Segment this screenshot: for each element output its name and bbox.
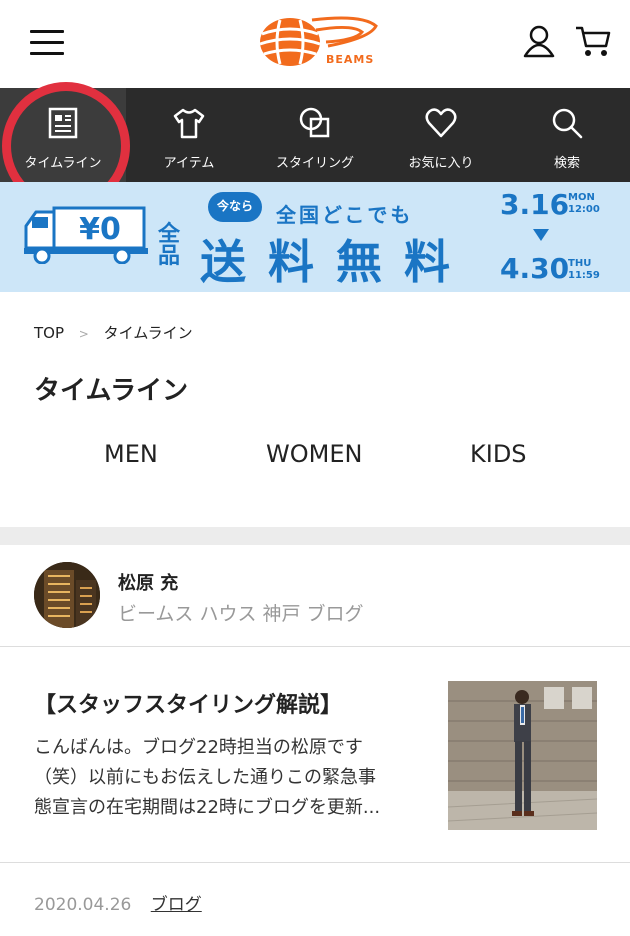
breadcrumb-home-link[interactable]: TOP <box>34 324 64 342</box>
nav-item-styling[interactable]: スタイリング <box>252 88 378 182</box>
nav-item-items[interactable]: アイテム <box>126 88 252 182</box>
start-time: 12:00 <box>568 204 600 215</box>
logo-wordmark: BEAMS <box>326 53 375 66</box>
excerpt-line: 態宣言の在宅期間は22時にブログを更新... <box>34 797 381 818</box>
newspaper-icon <box>48 107 78 139</box>
nav-label: スタイリング <box>275 156 354 171</box>
main-nav: タイムライン アイテム スタイリング お気に入り 検索 <box>0 88 630 182</box>
user-icon[interactable] <box>522 24 556 58</box>
nav-item-timeline[interactable]: タイムライン <box>0 88 126 182</box>
post-category-link[interactable]: ブログ <box>151 895 202 915</box>
breadcrumb-separator-icon: > <box>78 327 89 341</box>
zen-label: 全品 <box>158 222 181 269</box>
end-time: 11:59 <box>568 270 600 281</box>
arrow-down-icon <box>533 229 549 241</box>
tab-kids[interactable]: KIDS <box>470 440 527 468</box>
banner-headline: 送料無料 <box>200 235 472 289</box>
start-date: 3.16 <box>500 188 570 221</box>
post-excerpt: こんばんは。ブログ22時担当の松原です （笑）以前にもお伝えした通りこの緊急事 … <box>34 733 424 823</box>
tab-women[interactable]: WOMEN <box>266 440 362 468</box>
page-title: タイムライン <box>34 376 189 406</box>
free-shipping-banner[interactable]: ¥0 全品 今なら 全国どこでも 送料無料 3.16 MON 12:00 4.3… <box>0 182 630 292</box>
nav-label: 検索 <box>553 156 580 171</box>
hamburger-menu-icon[interactable] <box>30 30 64 56</box>
app-header: BEAMS <box>0 0 630 88</box>
post-title[interactable]: 【スタッフスタイリング解説】 <box>34 687 342 719</box>
nav-label: アイテム <box>163 156 215 171</box>
tshirt-icon <box>173 108 205 139</box>
post-thumbnail[interactable] <box>448 681 597 830</box>
nav-label: お気に入り <box>408 156 474 171</box>
styling-icon <box>299 107 330 138</box>
truck-icon: ¥0 <box>24 206 148 264</box>
breadcrumb: TOP > タイムライン <box>34 322 193 343</box>
post-card[interactable]: 【スタッフスタイリング解説】 こんばんは。ブログ22時担当の松原です （笑）以前… <box>0 647 630 863</box>
section-divider <box>0 527 630 545</box>
heart-icon <box>425 108 457 138</box>
nav-label: タイムライン <box>24 156 102 171</box>
excerpt-line: こんばんは。ブログ22時担当の松原です <box>34 737 363 758</box>
post-date: 2020.04.26 <box>34 895 132 915</box>
nav-item-search[interactable]: 検索 <box>504 88 630 182</box>
author-name[interactable]: 松原 充 <box>118 569 178 595</box>
author-row[interactable]: 松原 充 ビームス ハウス 神戸 ブログ <box>0 545 630 647</box>
gender-tabs: MEN WOMEN KIDS <box>0 440 630 480</box>
start-day: MON <box>568 192 595 203</box>
end-day: THU <box>568 258 592 269</box>
banner-subtitle: 全国どこでも <box>276 203 414 227</box>
breadcrumb-current: タイムライン <box>103 324 193 342</box>
imanara-badge: 今なら <box>208 192 262 222</box>
tab-men[interactable]: MEN <box>104 440 158 468</box>
price-tag: ¥0 <box>79 212 121 247</box>
nav-item-favorites[interactable]: お気に入り <box>378 88 504 182</box>
excerpt-line: （笑）以前にもお伝えした通りこの緊急事 <box>34 767 376 788</box>
avatar[interactable] <box>34 562 100 628</box>
post-meta: 2020.04.26 ブログ <box>34 890 202 915</box>
search-icon <box>552 108 583 139</box>
cart-icon[interactable] <box>574 24 612 58</box>
author-shop: ビームス ハウス 神戸 ブログ <box>118 603 364 625</box>
end-date: 4.30 <box>500 252 570 285</box>
